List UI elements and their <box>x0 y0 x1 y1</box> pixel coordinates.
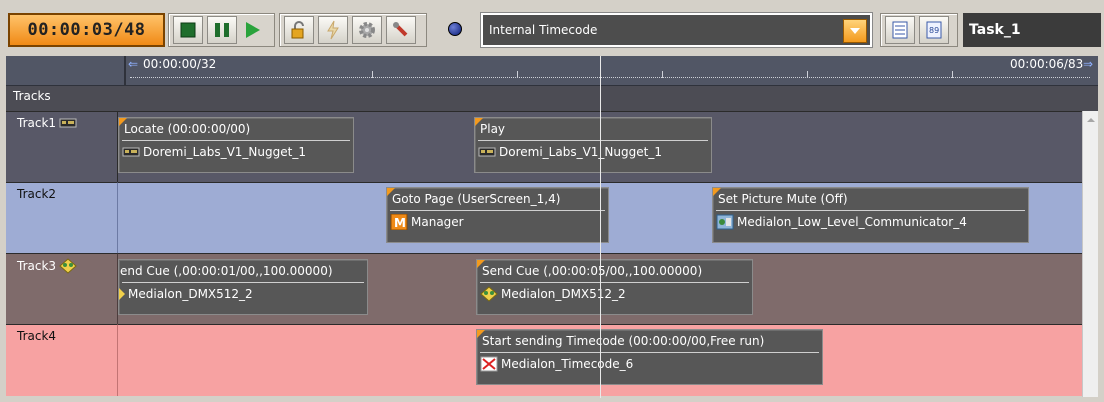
stop-icon <box>180 22 196 38</box>
vertical-scrollbar[interactable] <box>1082 111 1098 397</box>
manager-icon: M <box>390 214 408 230</box>
cue-device: M Manager <box>390 214 464 230</box>
cue-title: Send Cue (,00:00:05/00,,100.00000) <box>482 264 703 278</box>
cue-separator <box>480 352 819 353</box>
cue-title: Locate (00:00:00/00) <box>124 122 251 136</box>
cue-block[interactable]: Set Picture Mute (Off) Medialon_Low_Leve… <box>712 187 1029 243</box>
cue-device: Medialon_Timecode_6 <box>480 356 633 372</box>
transport-controls <box>168 13 275 47</box>
nugget-device-icon <box>59 118 77 128</box>
wrench-icon <box>393 22 408 37</box>
cue-block[interactable]: Start sending Timecode (00:00:00/00,Free… <box>476 329 823 385</box>
scroll-left-icon[interactable]: ⇐ <box>128 57 138 71</box>
cue-device-label: Doremi_Labs_V1_Nugget_1 <box>143 145 306 159</box>
cue-block[interactable]: Goto Page (UserScreen_1,4) M Manager <box>386 187 609 243</box>
ruler-tick <box>372 71 373 78</box>
cue-separator <box>390 210 605 211</box>
cue-title: Goto Page (UserScreen_1,4) <box>392 192 561 206</box>
cue-device-label: Medialon_Timecode_6 <box>501 357 634 371</box>
cue-separator <box>122 282 364 283</box>
cue-device: Doremi_Labs_V1_Nugget_1 <box>122 144 306 160</box>
cue-device-label: Medialon_Low_Level_Communicator_4 <box>737 215 967 229</box>
ruler-tick <box>517 71 518 78</box>
cue-device: Medialon_DMX512_2 <box>119 286 253 302</box>
gear-icon <box>359 22 375 38</box>
list-view-button[interactable] <box>885 16 915 44</box>
cue-device-label: Doremi_Labs_V1_Nugget_1 <box>499 145 662 159</box>
timecode-source-value: Internal Timecode <box>489 23 598 37</box>
cue-separator <box>716 210 1025 211</box>
track-name-label: Track4 <box>17 329 57 343</box>
timecode-display: 00:00:03/48 <box>8 13 165 47</box>
playhead[interactable] <box>600 56 601 398</box>
list-view-icon <box>892 21 908 39</box>
cue-title: Set Picture Mute (Off) <box>718 192 848 206</box>
cue-block[interactable]: end Cue (,00:00:01/00,,100.00000) Medial… <box>118 259 368 315</box>
ruler-start-label: 00:00:00/32 <box>143 57 217 71</box>
cue-title: Play <box>480 122 506 136</box>
cue-separator <box>478 140 708 141</box>
sort-icon: 89 <box>926 21 942 39</box>
cue-separator <box>122 140 350 141</box>
ruler-divider <box>124 56 126 86</box>
pause-icon <box>215 23 229 37</box>
play-button[interactable] <box>241 16 263 44</box>
lock-icon <box>291 21 304 39</box>
svg-text:M: M <box>394 216 406 230</box>
tool-buttons <box>279 13 427 47</box>
cue-device: Medialon_Low_Level_Communicator_4 <box>716 214 967 230</box>
track-name-label: Track3 <box>17 259 57 273</box>
view-buttons: 89 <box>880 13 958 47</box>
cue-device: Doremi_Labs_V1_Nugget_1 <box>478 144 662 160</box>
scroll-up-icon[interactable] <box>1083 113 1099 127</box>
track-header-2[interactable]: Track2 <box>6 182 118 253</box>
cue-device: Medialon_DMX512_2 <box>480 286 626 302</box>
ruler-tick <box>662 71 663 78</box>
nugget-device-icon <box>478 147 496 157</box>
nugget-device-icon <box>122 147 140 157</box>
tracks-header: Tracks <box>6 86 1098 111</box>
cue-device-label: Medialon_DMX512_2 <box>128 287 253 301</box>
toolbar: 00:00:03/48 Internal Timecode 89 Task_1 <box>0 0 1104 56</box>
record-dot-icon[interactable] <box>448 22 462 36</box>
lightning-icon <box>327 20 339 40</box>
ruler-tick <box>807 71 808 78</box>
cue-block[interactable]: Play Doremi_Labs_V1_Nugget_1 <box>474 117 712 173</box>
cue-block[interactable]: Locate (00:00:00/00) Doremi_Labs_V1_Nugg… <box>118 117 354 173</box>
cue-block[interactable]: Send Cue (,00:00:05/00,,100.00000) Media… <box>476 259 753 315</box>
pause-button[interactable] <box>207 16 237 44</box>
ruler-dots <box>130 77 1090 78</box>
cue-title: Start sending Timecode (00:00:00/00,Free… <box>482 334 765 348</box>
dmx-device-icon <box>59 258 77 274</box>
chevron-down-icon[interactable] <box>843 19 867 43</box>
track-header-4[interactable]: Track4 <box>6 324 118 396</box>
track-header-3[interactable]: Track3 <box>6 253 118 324</box>
cue-separator <box>480 282 749 283</box>
track-header-1[interactable]: Track1 <box>6 111 118 182</box>
dmx-device-icon <box>480 286 498 302</box>
dmx-device-icon <box>119 288 125 300</box>
timeline-ruler[interactable]: ⇐ 00:00:00/32 00:00:06/83 ⇒ <box>6 56 1098 86</box>
svg-text:89: 89 <box>929 26 939 35</box>
sort-button[interactable]: 89 <box>919 16 949 44</box>
lightning-button[interactable] <box>318 16 348 44</box>
ruler-end-label: 00:00:06/83 <box>1010 57 1084 71</box>
lock-button[interactable] <box>284 16 314 44</box>
track-name-label: Track1 <box>17 116 57 130</box>
track-name-label: Track2 <box>17 187 57 201</box>
cue-title: end Cue (,00:00:01/00,,100.00000) <box>120 264 333 278</box>
timecode-device-icon <box>480 356 498 372</box>
cue-device-label: Medialon_DMX512_2 <box>501 287 626 301</box>
stop-button[interactable] <box>173 16 203 44</box>
cue-device-label: Manager <box>411 215 464 229</box>
tracks-header-label: Tracks <box>13 89 51 103</box>
wrench-button[interactable] <box>386 16 416 44</box>
gear-button[interactable] <box>352 16 382 44</box>
scroll-right-icon[interactable]: ⇒ <box>1083 57 1093 71</box>
play-icon <box>246 22 260 38</box>
communicator-icon <box>716 214 734 230</box>
timecode-source-select[interactable]: Internal Timecode <box>481 13 872 47</box>
ruler-tick <box>952 71 953 78</box>
task-name: Task_1 <box>963 13 1101 47</box>
